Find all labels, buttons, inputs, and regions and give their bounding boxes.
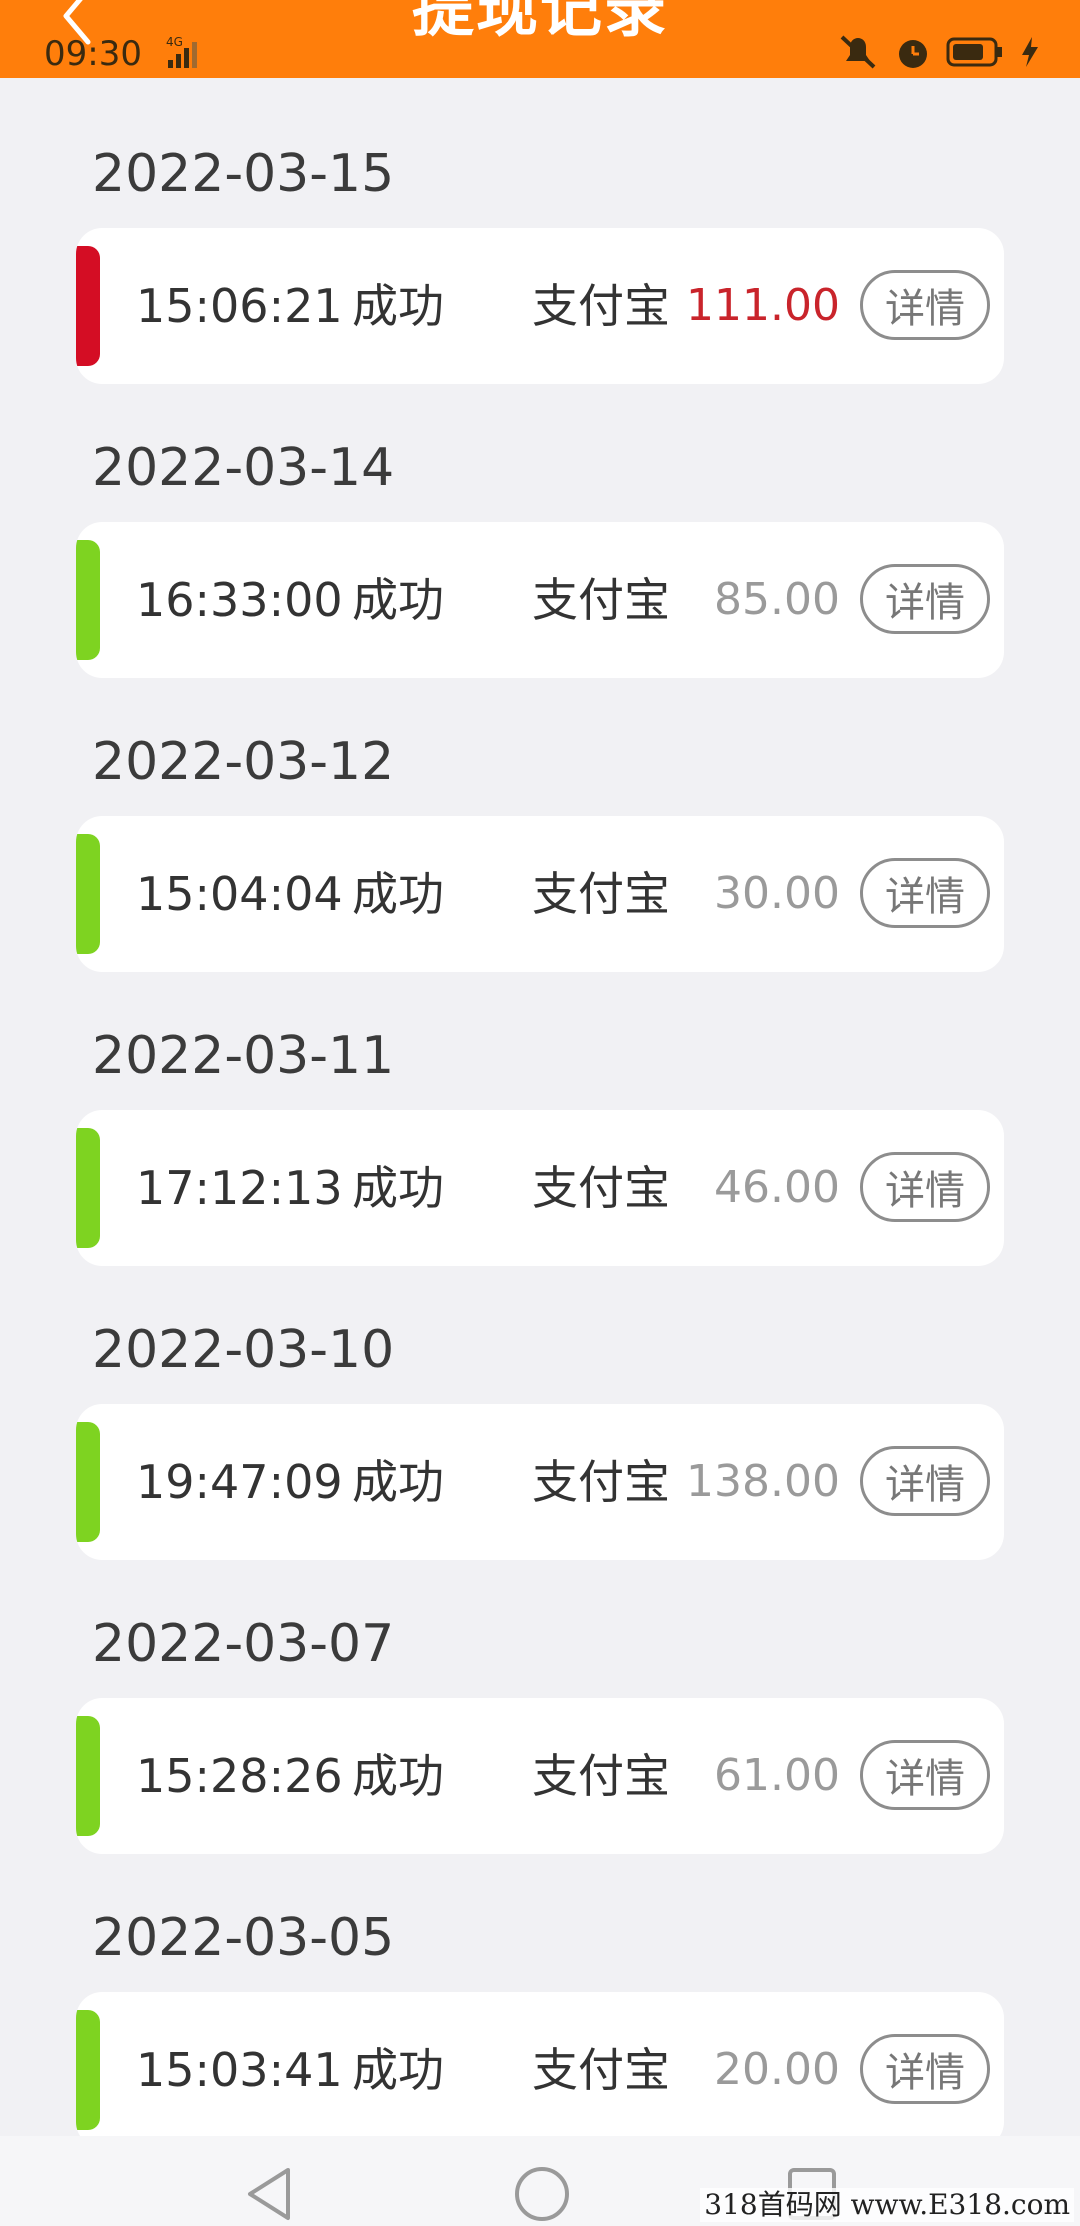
- record-amount: 30.00: [714, 868, 840, 919]
- record-time: 17:12:13: [136, 1161, 343, 1215]
- record-amount: 111.00: [686, 280, 840, 331]
- alarm-icon: [899, 40, 927, 68]
- record-status: 成功: [352, 573, 444, 627]
- status-indicator-bar: [76, 1128, 100, 1248]
- system-nav-bar: 318首码网 www.E318.com: [0, 2136, 1080, 2226]
- signal-icon: 4G: [166, 35, 197, 68]
- record-card[interactable]: 16:33:00 成功 支付宝 85.00 详情: [76, 522, 1004, 678]
- record-card[interactable]: 15:04:04 成功 支付宝 30.00 详情: [76, 816, 1004, 972]
- record-status: 成功: [352, 867, 444, 921]
- record-card[interactable]: 15:03:41 成功 支付宝 20.00 详情: [76, 1992, 1004, 2148]
- record-date: 2022-03-15: [92, 144, 395, 204]
- record-payment-method: 支付宝: [532, 1455, 670, 1509]
- status-indicator-bar: [76, 1422, 100, 1542]
- watermark-text: 318首码网 www.E318.com: [700, 2188, 1074, 2222]
- record-payment-method: 支付宝: [532, 279, 670, 333]
- status-indicator-bar: [76, 540, 100, 660]
- record-time: 15:06:21: [136, 279, 343, 333]
- status-indicator-bar: [76, 834, 100, 954]
- detail-button[interactable]: 详情: [860, 858, 990, 928]
- detail-button[interactable]: 详情: [860, 1152, 990, 1222]
- status-indicator-bar: [76, 1716, 100, 1836]
- record-payment-method: 支付宝: [532, 867, 670, 921]
- record-payment-method: 支付宝: [532, 573, 670, 627]
- record-time: 16:33:00: [136, 573, 343, 627]
- detail-button[interactable]: 详情: [860, 2034, 990, 2104]
- record-amount: 138.00: [686, 1456, 840, 1507]
- record-amount: 61.00: [714, 1750, 840, 1801]
- record-payment-method: 支付宝: [532, 2043, 670, 2097]
- network-type-label: 4G: [166, 35, 183, 49]
- record-status: 成功: [352, 1455, 444, 1509]
- record-status: 成功: [352, 279, 444, 333]
- detail-button[interactable]: 详情: [860, 1446, 990, 1516]
- detail-button[interactable]: 详情: [860, 1740, 990, 1810]
- charging-icon: [1022, 37, 1038, 67]
- nav-home-icon[interactable]: [512, 2164, 572, 2224]
- record-card[interactable]: 15:06:21 成功 支付宝 111.00 详情: [76, 228, 1004, 384]
- record-date: 2022-03-07: [92, 1614, 395, 1674]
- record-card[interactable]: 17:12:13 成功 支付宝 46.00 详情: [76, 1110, 1004, 1266]
- status-bar-time: 09:30: [44, 34, 142, 74]
- record-date: 2022-03-12: [92, 732, 395, 792]
- status-indicator-bar: [76, 246, 100, 366]
- detail-button[interactable]: 详情: [860, 270, 990, 340]
- status-indicator-bar: [76, 2010, 100, 2130]
- battery-icon: [946, 37, 1002, 67]
- record-time: 15:04:04: [136, 867, 343, 921]
- record-payment-method: 支付宝: [532, 1161, 670, 1215]
- detail-button[interactable]: 详情: [860, 564, 990, 634]
- record-time: 19:47:09: [136, 1455, 343, 1509]
- record-amount: 20.00: [714, 2044, 840, 2095]
- record-card[interactable]: 15:28:26 成功 支付宝 61.00 详情: [76, 1698, 1004, 1854]
- record-status: 成功: [352, 1749, 444, 1803]
- record-amount: 85.00: [714, 574, 840, 625]
- mute-bell-icon: [840, 35, 876, 69]
- record-date: 2022-03-14: [92, 438, 395, 498]
- record-status: 成功: [352, 1161, 444, 1215]
- record-date: 2022-03-11: [92, 1026, 395, 1086]
- record-date: 2022-03-10: [92, 1320, 395, 1380]
- record-date: 2022-03-05: [92, 1908, 395, 1968]
- record-status: 成功: [352, 2043, 444, 2097]
- record-amount: 46.00: [714, 1162, 840, 1213]
- app-header: 提现记录 09:30 4G: [0, 0, 1080, 78]
- record-time: 15:28:26: [136, 1749, 343, 1803]
- record-payment-method: 支付宝: [532, 1749, 670, 1803]
- record-time: 15:03:41: [136, 2043, 343, 2097]
- record-card[interactable]: 19:47:09 成功 支付宝 138.00 详情: [76, 1404, 1004, 1560]
- nav-back-icon[interactable]: [244, 2164, 294, 2224]
- status-bar-icons: [836, 32, 1040, 72]
